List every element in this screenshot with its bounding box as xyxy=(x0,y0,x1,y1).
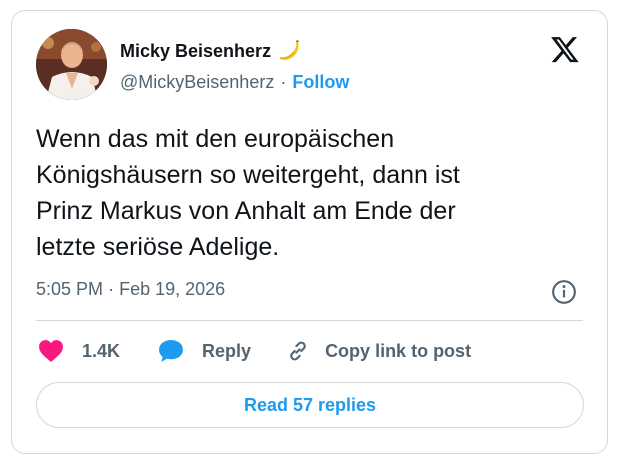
like-count: 1.4K xyxy=(82,340,121,361)
tweet-line: Wenn das mit den europäischen xyxy=(36,125,395,153)
tweet-time: 5:05 PM xyxy=(36,279,104,299)
follow-button[interactable]: Follow xyxy=(292,72,349,93)
author-handle-row: @MickyBeisenherz · Follow xyxy=(120,72,349,93)
heart-icon xyxy=(39,340,63,362)
author-name-row: Micky Beisenherz xyxy=(120,39,301,63)
link-icon xyxy=(290,341,306,361)
copy-link-label: Copy link to post xyxy=(325,340,472,361)
avatar[interactable] xyxy=(36,29,107,100)
tweet-date: Feb 19, 2026 xyxy=(119,279,226,299)
tweet-line: Prinz Markus von Anhalt am Ende der xyxy=(36,197,456,225)
reply-bubble-icon xyxy=(159,340,183,362)
x-logo-icon[interactable] xyxy=(549,34,581,64)
avatar-image xyxy=(36,29,107,100)
tweet-timestamp[interactable]: 5:05 PM · Feb 19, 2026 xyxy=(36,279,225,300)
tweet-card: Micky Beisenherz @MickyBeisenherz · Foll… xyxy=(11,10,608,454)
banana-icon xyxy=(280,40,300,60)
handle-separator: · xyxy=(280,72,287,92)
author-handle[interactable]: @MickyBeisenherz xyxy=(120,72,274,93)
reply-button[interactable]: Reply xyxy=(158,339,285,363)
action-bar: 1.4K Reply Copy link to post xyxy=(38,338,471,364)
timestamp-separator: · xyxy=(108,279,115,299)
read-replies-button[interactable]: Read 57 replies xyxy=(36,382,584,428)
tweet-line: Königshäusern so weitergeht, dann ist xyxy=(36,161,460,189)
author-name[interactable]: Micky Beisenherz xyxy=(120,41,271,62)
tweet-text: Wenn das mit den europäischen Königshäus… xyxy=(36,121,576,265)
info-icon[interactable] xyxy=(551,279,577,305)
divider xyxy=(36,320,583,321)
like-button[interactable]: 1.4K xyxy=(38,339,158,363)
tweet-line: letzte seriöse Adelige. xyxy=(36,233,280,261)
reply-label: Reply xyxy=(202,340,252,361)
copy-link-button[interactable]: Copy link to post xyxy=(285,338,471,364)
